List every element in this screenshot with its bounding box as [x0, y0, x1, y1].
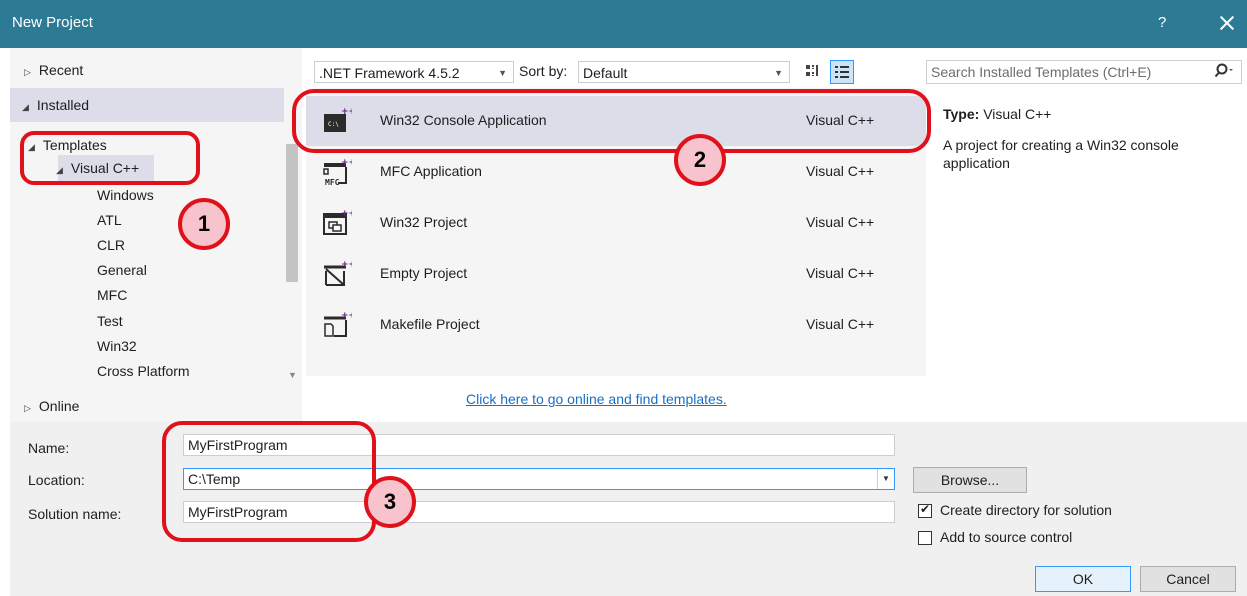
source-control-label: Add to source control — [940, 529, 1073, 545]
template-language: Visual C++ — [806, 265, 875, 281]
online-templates-link[interactable]: Click here to go online and find templat… — [466, 391, 727, 407]
chevron-down-icon: ▼ — [498, 68, 507, 78]
svg-text:++: ++ — [341, 260, 352, 270]
nav-online[interactable]: ▷ Online — [24, 398, 79, 414]
template-name: Win32 Project — [380, 214, 468, 230]
framework-value: .NET Framework 4.5.2 — [319, 65, 460, 81]
window-title: New Project — [12, 14, 93, 31]
ok-button[interactable]: OK — [1035, 566, 1131, 592]
source-control-checkbox[interactable] — [918, 531, 932, 545]
title-bar — [0, 0, 1247, 48]
svg-text:++: ++ — [341, 311, 352, 321]
sort-value: Default — [583, 65, 628, 81]
search-placeholder: Search Installed Templates (Ctrl+E) — [931, 64, 1152, 80]
nav-installed[interactable]: ◢ Installed — [22, 97, 89, 113]
type-label: Type: — [943, 106, 980, 122]
annotation-badge-2: 2 — [674, 134, 726, 186]
nav-item-atl[interactable]: ATL — [97, 212, 122, 228]
solution-name-label: Solution name: — [28, 506, 122, 522]
type-line: Type: Visual C++ — [943, 106, 1051, 122]
framework-select[interactable]: .NET Framework 4.5.2 ▼ — [314, 61, 514, 83]
expand-down-icon: ◢ — [22, 102, 29, 112]
template-name: MFC Application — [380, 163, 482, 179]
nav-item-windows[interactable]: Windows — [97, 187, 154, 203]
svg-text:MFC: MFC — [325, 178, 340, 187]
svg-text:++: ++ — [341, 158, 352, 168]
annotation-outline-console-app — [292, 89, 931, 153]
win32-project-icon: ++ — [322, 208, 356, 238]
template-row-makefile[interactable]: ++ Makefile Project Visual C++ — [306, 300, 926, 350]
close-icon[interactable] — [1212, 8, 1242, 38]
scroll-down-icon[interactable]: ▼ — [288, 370, 297, 380]
expand-right-icon: ▷ — [24, 67, 31, 77]
nav-scrollbar-thumb[interactable] — [286, 144, 298, 282]
template-language: Visual C++ — [806, 163, 875, 179]
chevron-down-icon[interactable]: ▼ — [877, 469, 894, 489]
browse-button[interactable]: Browse... — [913, 467, 1027, 493]
nav-item-win32[interactable]: Win32 — [97, 338, 137, 354]
grid-view-icon[interactable] — [802, 61, 824, 83]
nav-item-test[interactable]: Test — [97, 313, 123, 329]
template-name: Makefile Project — [380, 316, 480, 332]
nav-installed-label: Installed — [36, 97, 90, 113]
annotation-outline-name-fields — [162, 421, 376, 542]
create-directory-label: Create directory for solution — [940, 502, 1112, 518]
cancel-button[interactable]: Cancel — [1140, 566, 1236, 592]
template-row-win32-project[interactable]: ++ Win32 Project Visual C++ — [306, 198, 926, 248]
sort-by-label: Sort by: — [519, 63, 568, 79]
annotation-badge-1: 1 — [178, 198, 230, 250]
name-label: Name: — [28, 440, 70, 456]
nav-item-clr[interactable]: CLR — [97, 237, 125, 253]
list-view-icon[interactable] — [830, 60, 854, 84]
nav-recent[interactable]: ▷ Recent — [24, 62, 83, 78]
makefile-project-icon: ++ — [322, 310, 356, 340]
template-language: Visual C++ — [806, 214, 875, 230]
template-row-mfc[interactable]: MFC ++ MFC Application Visual C++ — [306, 147, 926, 197]
sort-select[interactable]: Default ▼ — [578, 61, 790, 83]
annotation-badge-3: 3 — [364, 476, 416, 528]
help-button[interactable]: ? — [1158, 14, 1166, 31]
create-directory-checkbox[interactable]: ✔ — [918, 502, 932, 518]
search-icon[interactable] — [1213, 61, 1237, 83]
nav-item-general[interactable]: General — [97, 262, 147, 278]
search-input[interactable]: Search Installed Templates (Ctrl+E) — [926, 60, 1242, 84]
type-value: Visual C++ — [983, 106, 1052, 122]
expand-right-icon: ▷ — [24, 403, 31, 413]
template-row-empty-project[interactable]: ++ Empty Project Visual C++ — [306, 249, 926, 299]
template-description: A project for creating a Win32 console a… — [943, 137, 1179, 171]
chevron-down-icon: ▼ — [774, 68, 783, 78]
location-label: Location: — [28, 472, 85, 488]
template-name: Empty Project — [380, 265, 468, 281]
nav-item-mfc[interactable]: MFC — [97, 287, 127, 303]
mfc-app-icon: MFC ++ — [322, 157, 356, 187]
template-language: Visual C++ — [806, 316, 875, 332]
checkmark-icon: ✔ — [920, 502, 931, 516]
nav-recent-label: Recent — [38, 62, 84, 78]
svg-text:++: ++ — [341, 209, 352, 219]
nav-online-label: Online — [38, 398, 80, 414]
empty-project-icon: ++ — [322, 259, 356, 289]
annotation-outline-templates — [20, 131, 200, 185]
nav-item-cross-platform[interactable]: Cross Platform — [97, 363, 190, 379]
